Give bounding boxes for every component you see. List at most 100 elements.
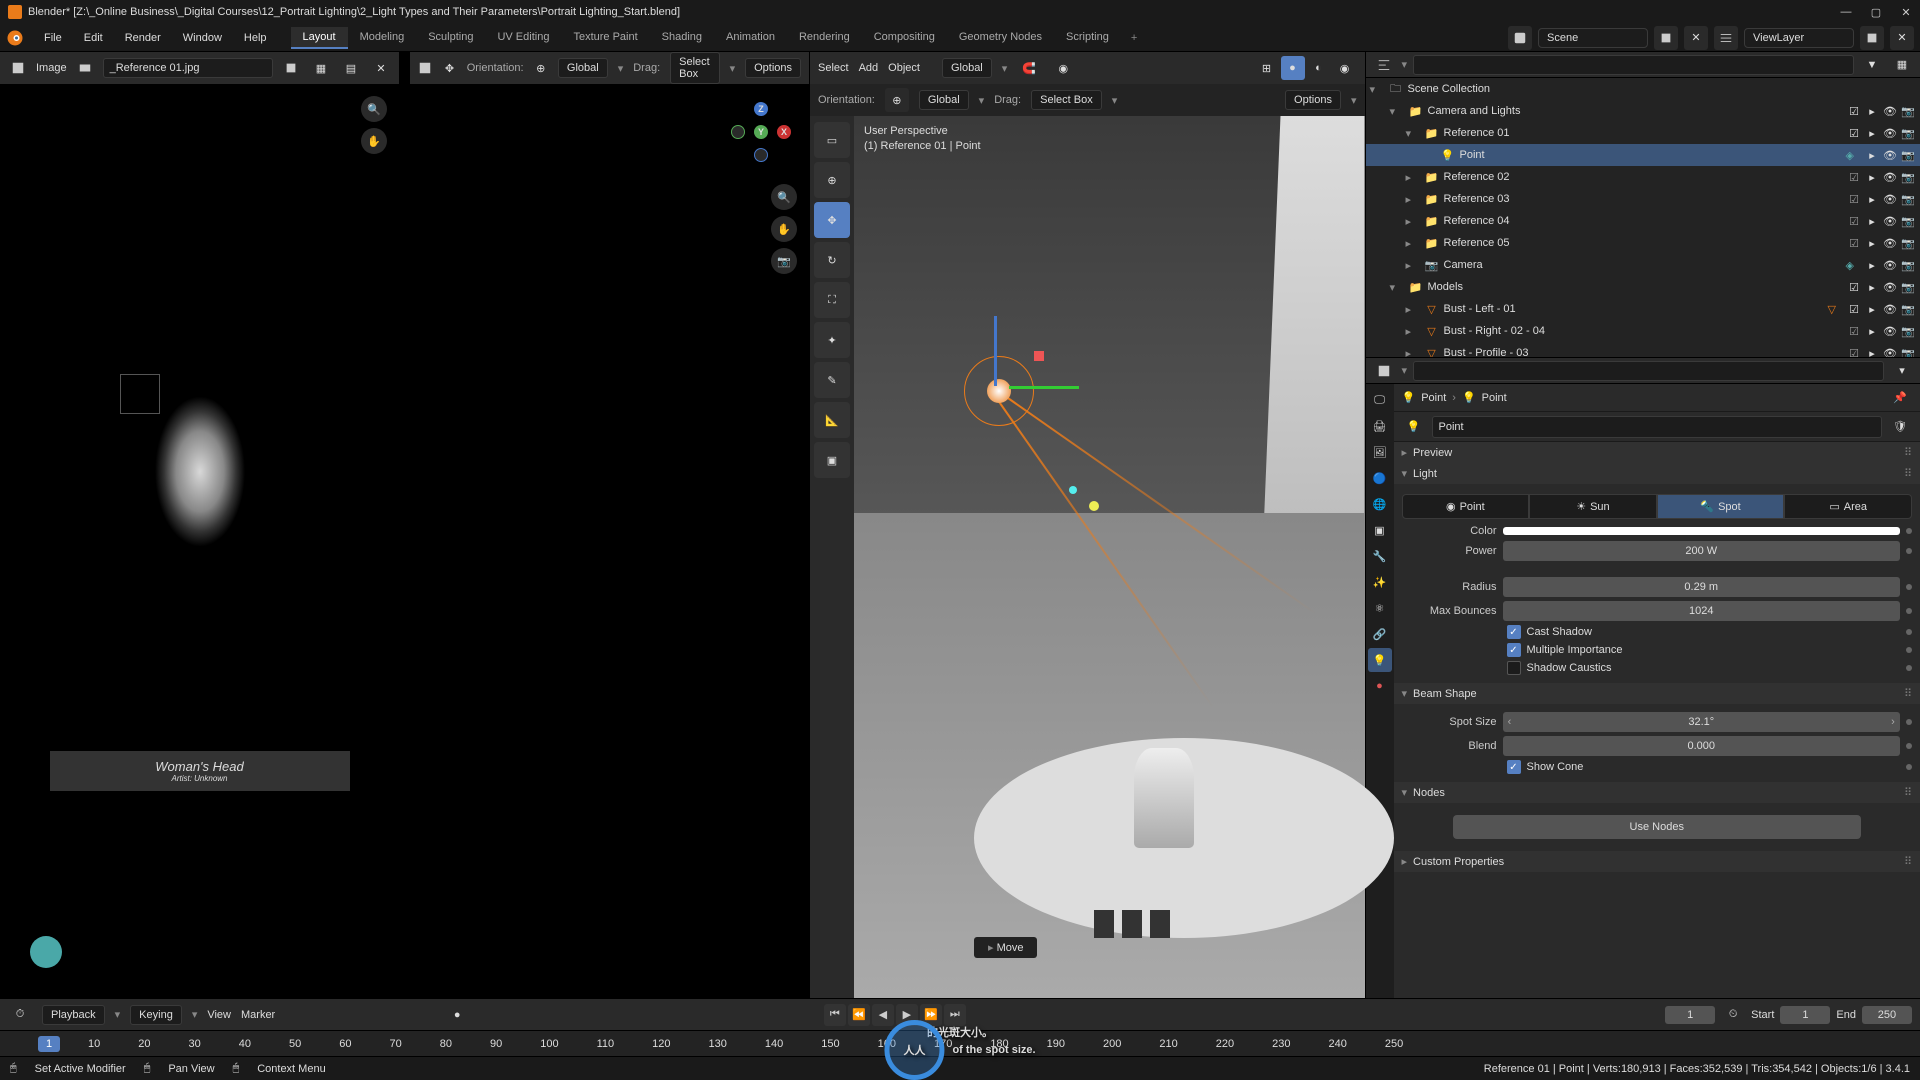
tree-expand-icon[interactable]: ▸ (1406, 237, 1420, 250)
cast-anim-icon[interactable] (1906, 629, 1912, 635)
viewlayer-new-icon[interactable] (1860, 26, 1884, 50)
menu-object[interactable]: Object (888, 62, 920, 74)
frame-end-field[interactable]: 250 (1862, 1006, 1912, 1024)
image-browse-icon[interactable] (73, 56, 97, 80)
ren-toggle[interactable]: 📷 (1900, 301, 1916, 317)
tree-label[interactable]: Camera (1444, 259, 1842, 271)
datablock-browse-icon[interactable]: 💡 (1402, 415, 1426, 439)
view-menu[interactable]: View (207, 1009, 231, 1021)
sel-toggle[interactable]: ▸ (1864, 345, 1880, 358)
tree-label[interactable]: Reference 04 (1444, 215, 1843, 227)
vis-toggle[interactable]: 👁 (1882, 301, 1898, 317)
tool-select-icon[interactable]: ▭ (814, 122, 850, 158)
spot-light[interactable] (964, 356, 1034, 426)
type-sun-button[interactable]: ☀ Sun (1529, 494, 1657, 519)
shadow-caustics-check[interactable] (1507, 661, 1521, 675)
bounces-anim-icon[interactable] (1906, 608, 1912, 614)
sel-toggle[interactable]: ▸ (1864, 191, 1880, 207)
multi-anim-icon[interactable] (1906, 647, 1912, 653)
tree-label[interactable]: Models (1428, 281, 1843, 293)
tool-scale-icon[interactable]: ⛶ (814, 282, 850, 318)
exclude-toggle[interactable]: ☑ (1846, 125, 1862, 141)
axis-gizmo[interactable]: Z X Y (731, 102, 791, 162)
tree-label[interactable]: Camera and Lights (1428, 105, 1843, 117)
radius-anim-icon[interactable] (1906, 584, 1912, 590)
viewlayer-delete-icon[interactable]: ✕ (1890, 26, 1914, 50)
axis-z-icon[interactable]: Z (754, 102, 768, 116)
tree-expand-icon[interactable]: ▸ (1406, 193, 1420, 206)
tab-data-icon[interactable]: 💡 (1368, 648, 1392, 672)
blend-anim-icon[interactable] (1906, 743, 1912, 749)
drag-select[interactable]: Select Box (670, 52, 719, 84)
preview-range-icon[interactable]: ⏲ (1721, 1003, 1745, 1027)
proportional-icon[interactable]: ◉ (1051, 56, 1075, 80)
vis-toggle[interactable]: 👁 (1882, 213, 1898, 229)
ren-toggle[interactable]: 📷 (1900, 257, 1916, 273)
power-anim-icon[interactable] (1906, 548, 1912, 554)
workspace-tab-shading[interactable]: Shading (650, 27, 714, 49)
workspace-add[interactable]: + (1123, 28, 1145, 48)
type-spot-button[interactable]: 🔦 Spot (1657, 494, 1785, 519)
workspace-tab-rendering[interactable]: Rendering (787, 27, 862, 49)
bc-obj[interactable]: Point (1421, 392, 1446, 404)
workspace-tab-animation[interactable]: Animation (714, 27, 787, 49)
gizmo-x-arrow-icon[interactable] (1009, 386, 1079, 389)
cast-shadow-check[interactable]: ✓ (1507, 625, 1521, 639)
frame-current-field[interactable]: 1 (1665, 1006, 1715, 1024)
type-point-button[interactable]: ◉ Point (1402, 494, 1530, 519)
fake-user-icon[interactable]: 🛡 (1888, 415, 1912, 439)
vis-toggle[interactable]: 👁 (1882, 147, 1898, 163)
tool-transform-icon[interactable]: ✦ (814, 322, 850, 358)
zoom-nav-icon[interactable]: 🔍 (771, 184, 797, 210)
tree-expand-icon[interactable]: ▾ (1406, 127, 1420, 140)
vis-toggle[interactable]: 👁 (1882, 257, 1898, 273)
workspace-tab-uv-editing[interactable]: UV Editing (485, 27, 561, 49)
tree-row-bust-left-01[interactable]: ▸▽Bust - Left - 01▽☑▸👁📷 (1366, 298, 1920, 320)
spot-size-field[interactable]: ‹32.1°› (1503, 712, 1901, 732)
cone-anim-icon[interactable] (1906, 764, 1912, 770)
tree-label[interactable]: Reference 03 (1444, 193, 1843, 205)
zoom-icon[interactable]: 🔍 (361, 96, 387, 122)
ren-toggle[interactable]: 📷 (1900, 125, 1916, 141)
exclude-toggle[interactable]: ☑ (1846, 103, 1862, 119)
exclude-toggle[interactable]: ☑ (1846, 169, 1862, 185)
timeline-editor-icon[interactable]: ⏱ (8, 1003, 32, 1027)
vis-toggle[interactable]: 👁 (1882, 323, 1898, 339)
viewport-3d[interactable]: User Perspective (1) Reference 01 | Poin… (854, 116, 1365, 998)
vis-toggle[interactable]: 👁 (1882, 169, 1898, 185)
scene-new-icon[interactable] (1654, 26, 1678, 50)
gizmo-z-arrow-icon[interactable] (994, 316, 997, 386)
scene-delete-icon[interactable]: ✕ (1684, 26, 1708, 50)
tree-expand-icon[interactable]: ▸ (1406, 303, 1420, 316)
exclude-toggle[interactable]: ☑ (1846, 279, 1862, 295)
menu-file[interactable]: File (34, 28, 72, 48)
pan-icon[interactable]: ✋ (361, 128, 387, 154)
jump-start-button[interactable]: ⏮ (824, 1004, 846, 1026)
scene-browse-icon[interactable] (1508, 26, 1532, 50)
pivot-select[interactable]: Global (942, 58, 992, 78)
tree-row-bust-right-02-04[interactable]: ▸▽Bust - Right - 02 - 04☑▸👁📷 (1366, 320, 1920, 342)
tab-render-icon[interactable]: 🖵 (1368, 388, 1392, 412)
pin-icon[interactable]: 📌 (1888, 386, 1912, 410)
tree-scene-collection[interactable]: ▾🗀Scene Collection (1366, 78, 1920, 100)
menu-window[interactable]: Window (173, 28, 232, 48)
workspace-tab-modeling[interactable]: Modeling (348, 27, 417, 49)
tree-row-reference-03[interactable]: ▸📁Reference 03☑▸👁📷 (1366, 188, 1920, 210)
ren-toggle[interactable]: 📷 (1900, 213, 1916, 229)
multi-importance-check[interactable]: ✓ (1507, 643, 1521, 657)
tab-particle-icon[interactable]: ✨ (1368, 570, 1392, 594)
tree-expand-icon[interactable]: ▾ (1390, 281, 1404, 294)
exclude-toggle[interactable]: ☑ (1846, 345, 1862, 358)
shading-solid-icon[interactable]: ● (1281, 56, 1305, 80)
viewport-left-view[interactable]: Z X Y 🔍 ✋ 📷 (410, 84, 809, 998)
viewlayer-name[interactable]: ViewLayer (1744, 28, 1854, 48)
outliner[interactable]: ▾🗀Scene Collection▾📁Camera and Lights☑▸👁… (1366, 78, 1920, 358)
vis-toggle[interactable]: 👁 (1882, 235, 1898, 251)
tree-row-point[interactable]: 💡Point◈▸👁📷 (1366, 144, 1920, 166)
tree-label[interactable]: Bust - Left - 01 (1444, 303, 1824, 315)
workspace-tab-layout[interactable]: Layout (291, 27, 348, 49)
axis-neg-z-icon[interactable] (754, 148, 768, 162)
power-field[interactable]: 200 W (1503, 541, 1901, 561)
tool-measure-icon[interactable]: 📐 (814, 402, 850, 438)
image-view[interactable]: 🔍 ✋ Woman's Head Artist: Unknown (0, 84, 399, 998)
